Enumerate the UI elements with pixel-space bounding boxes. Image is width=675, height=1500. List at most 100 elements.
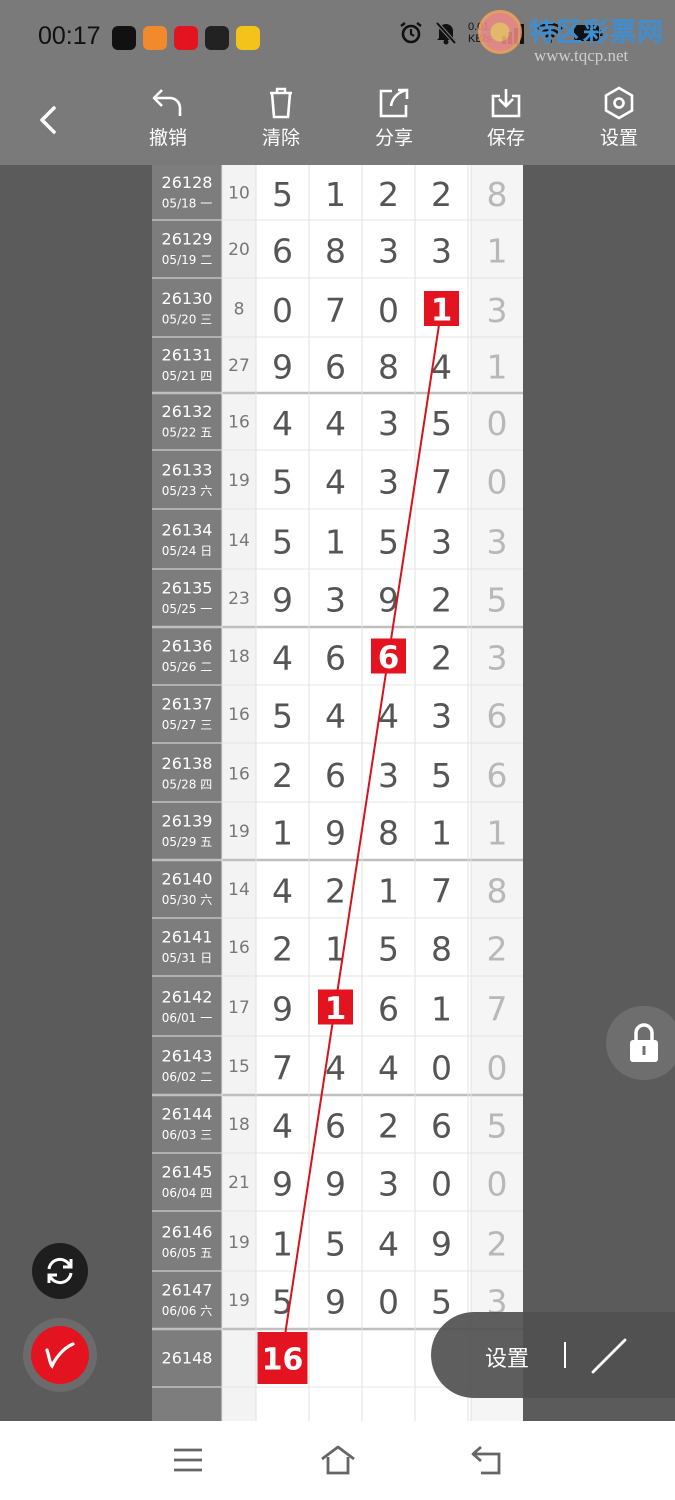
span-cell: 8 — [487, 175, 508, 214]
digit-cell: 2 — [431, 639, 452, 678]
issue-number: 26131 — [162, 346, 213, 365]
share-label: 分享 — [374, 127, 413, 149]
digit-cell: 3 — [431, 232, 452, 271]
digit-cell: 2 — [378, 1107, 399, 1146]
draw-settings-panel: 设置 — [431, 1312, 675, 1398]
digit-cell: 0 — [378, 1283, 399, 1322]
issue-number: 26136 — [162, 637, 213, 656]
digit-cell: 2 — [272, 930, 293, 969]
span-cell: 1 — [487, 348, 508, 387]
span-cell: 5 — [487, 581, 508, 620]
issue-number: 26130 — [162, 289, 213, 308]
digit-cell: 7 — [431, 463, 452, 502]
digit-cell: 1 — [378, 872, 399, 911]
span-cell: 0 — [487, 463, 508, 502]
digit-cell: 6 — [325, 639, 346, 678]
digit-cell: 5 — [272, 697, 293, 736]
digit-cell: 8 — [431, 930, 452, 969]
heart-app-icon — [174, 26, 198, 50]
digit-sum: 23 — [228, 589, 250, 609]
highlight-value: 1 — [431, 293, 453, 329]
digit-sum: 18 — [228, 647, 250, 667]
digit-cell: 6 — [325, 756, 346, 795]
undo-label: 撤销 — [148, 127, 187, 149]
notification-app-icons — [112, 26, 260, 50]
digit-cell: 9 — [272, 581, 293, 620]
digit-cell: 3 — [378, 404, 399, 443]
digit-cell: 3 — [378, 756, 399, 795]
digit-cell: 4 — [378, 1225, 399, 1264]
refresh-icon — [47, 1257, 73, 1285]
clear-button[interactable]: 清除 — [241, 86, 321, 150]
highlight-value: 1 — [325, 991, 347, 1027]
trend-grid: 2612805/18 一 10 5 1 2 2 82612905/19 二 20 6 8 3 3 126… — [152, 165, 523, 1421]
span-cell: 6 — [487, 756, 508, 795]
digit-cell: 5 — [272, 463, 293, 502]
issue-date: 05/27 三 — [162, 718, 212, 732]
issue-number: 26148 — [162, 1349, 213, 1368]
issue-number: 26134 — [162, 521, 213, 540]
draw-settings-button[interactable]: 设置 — [485, 1341, 529, 1373]
digit-sum: 16 — [228, 938, 250, 958]
digit-cell: 3 — [431, 697, 452, 736]
issue-date: 05/22 五 — [162, 426, 212, 440]
digit-cell: 5 — [378, 523, 399, 562]
pen-tool-circle — [31, 1326, 89, 1384]
line-tool-icon[interactable] — [589, 1336, 629, 1376]
yellow-app-icon — [236, 26, 260, 50]
menu-icon[interactable] — [171, 1443, 205, 1477]
issue-number: 26146 — [162, 1223, 213, 1242]
issue-number: 26133 — [162, 461, 213, 480]
divider — [564, 1342, 566, 1368]
digit-cell: 9 — [272, 1165, 293, 1204]
back-nav-icon[interactable] — [469, 1443, 505, 1477]
digit-cell: 7 — [272, 1049, 293, 1088]
digit-sum: 14 — [228, 880, 250, 900]
issue-date: 05/24 日 — [162, 544, 212, 558]
home-icon[interactable] — [319, 1443, 357, 1477]
refresh-button[interactable] — [32, 1243, 88, 1299]
lock-button[interactable] — [606, 1006, 675, 1080]
undo-button[interactable]: 撤销 — [128, 86, 208, 150]
digit-cell: 8 — [325, 232, 346, 271]
digit-cell: 3 — [378, 463, 399, 502]
issue-date: 05/25 一 — [162, 602, 212, 616]
issue-number: 26135 — [162, 579, 213, 598]
digit-cell: 7 — [325, 291, 346, 330]
issue-date: 05/18 一 — [162, 197, 212, 211]
digit-cell: 7 — [431, 872, 452, 911]
pen-tool-button[interactable] — [23, 1318, 97, 1392]
digit-cell: 9 — [325, 814, 346, 853]
digit-cell: 4 — [272, 1107, 293, 1146]
digit-cell: 5 — [431, 404, 452, 443]
span-cell: 6 — [487, 697, 508, 736]
span-cell: 0 — [487, 404, 508, 443]
digit-sum: 8 — [234, 300, 245, 320]
issue-number: 26139 — [162, 812, 213, 831]
back-button[interactable] — [30, 100, 70, 140]
digit-sum: 19 — [228, 1291, 250, 1311]
save-button[interactable]: 保存 — [466, 86, 546, 150]
settings-button[interactable]: 设置 — [579, 86, 659, 150]
issue-date: 05/21 四 — [162, 369, 212, 383]
digit-cell: 5 — [272, 523, 293, 562]
issue-date: 05/30 六 — [162, 893, 212, 907]
digit-cell: 0 — [378, 291, 399, 330]
issue-number: 26138 — [162, 754, 213, 773]
issue-number: 26144 — [162, 1105, 213, 1124]
span-cell: 1 — [487, 814, 508, 853]
issue-number: 26137 — [162, 695, 213, 714]
trend-chart-board[interactable]: 26128 05/18 一 10 5 1 2 2 8 26129 05/19 二 20 6 8 3 3 1 26… — [152, 165, 523, 1421]
digit-cell: 6 — [325, 348, 346, 387]
digit-cell: 2 — [272, 756, 293, 795]
share-button[interactable]: 分享 — [354, 86, 434, 150]
issue-number: 26128 — [162, 173, 213, 192]
issue-date: 05/20 三 — [162, 313, 212, 327]
lock-icon — [630, 1023, 658, 1062]
digit-cell: 2 — [431, 581, 452, 620]
lottery-app-icon — [205, 26, 229, 50]
issue-date: 05/31 日 — [162, 951, 212, 965]
digit-cell: 3 — [378, 1165, 399, 1204]
digit-cell: 5 — [431, 1283, 452, 1322]
issue-number: 26132 — [162, 402, 213, 421]
